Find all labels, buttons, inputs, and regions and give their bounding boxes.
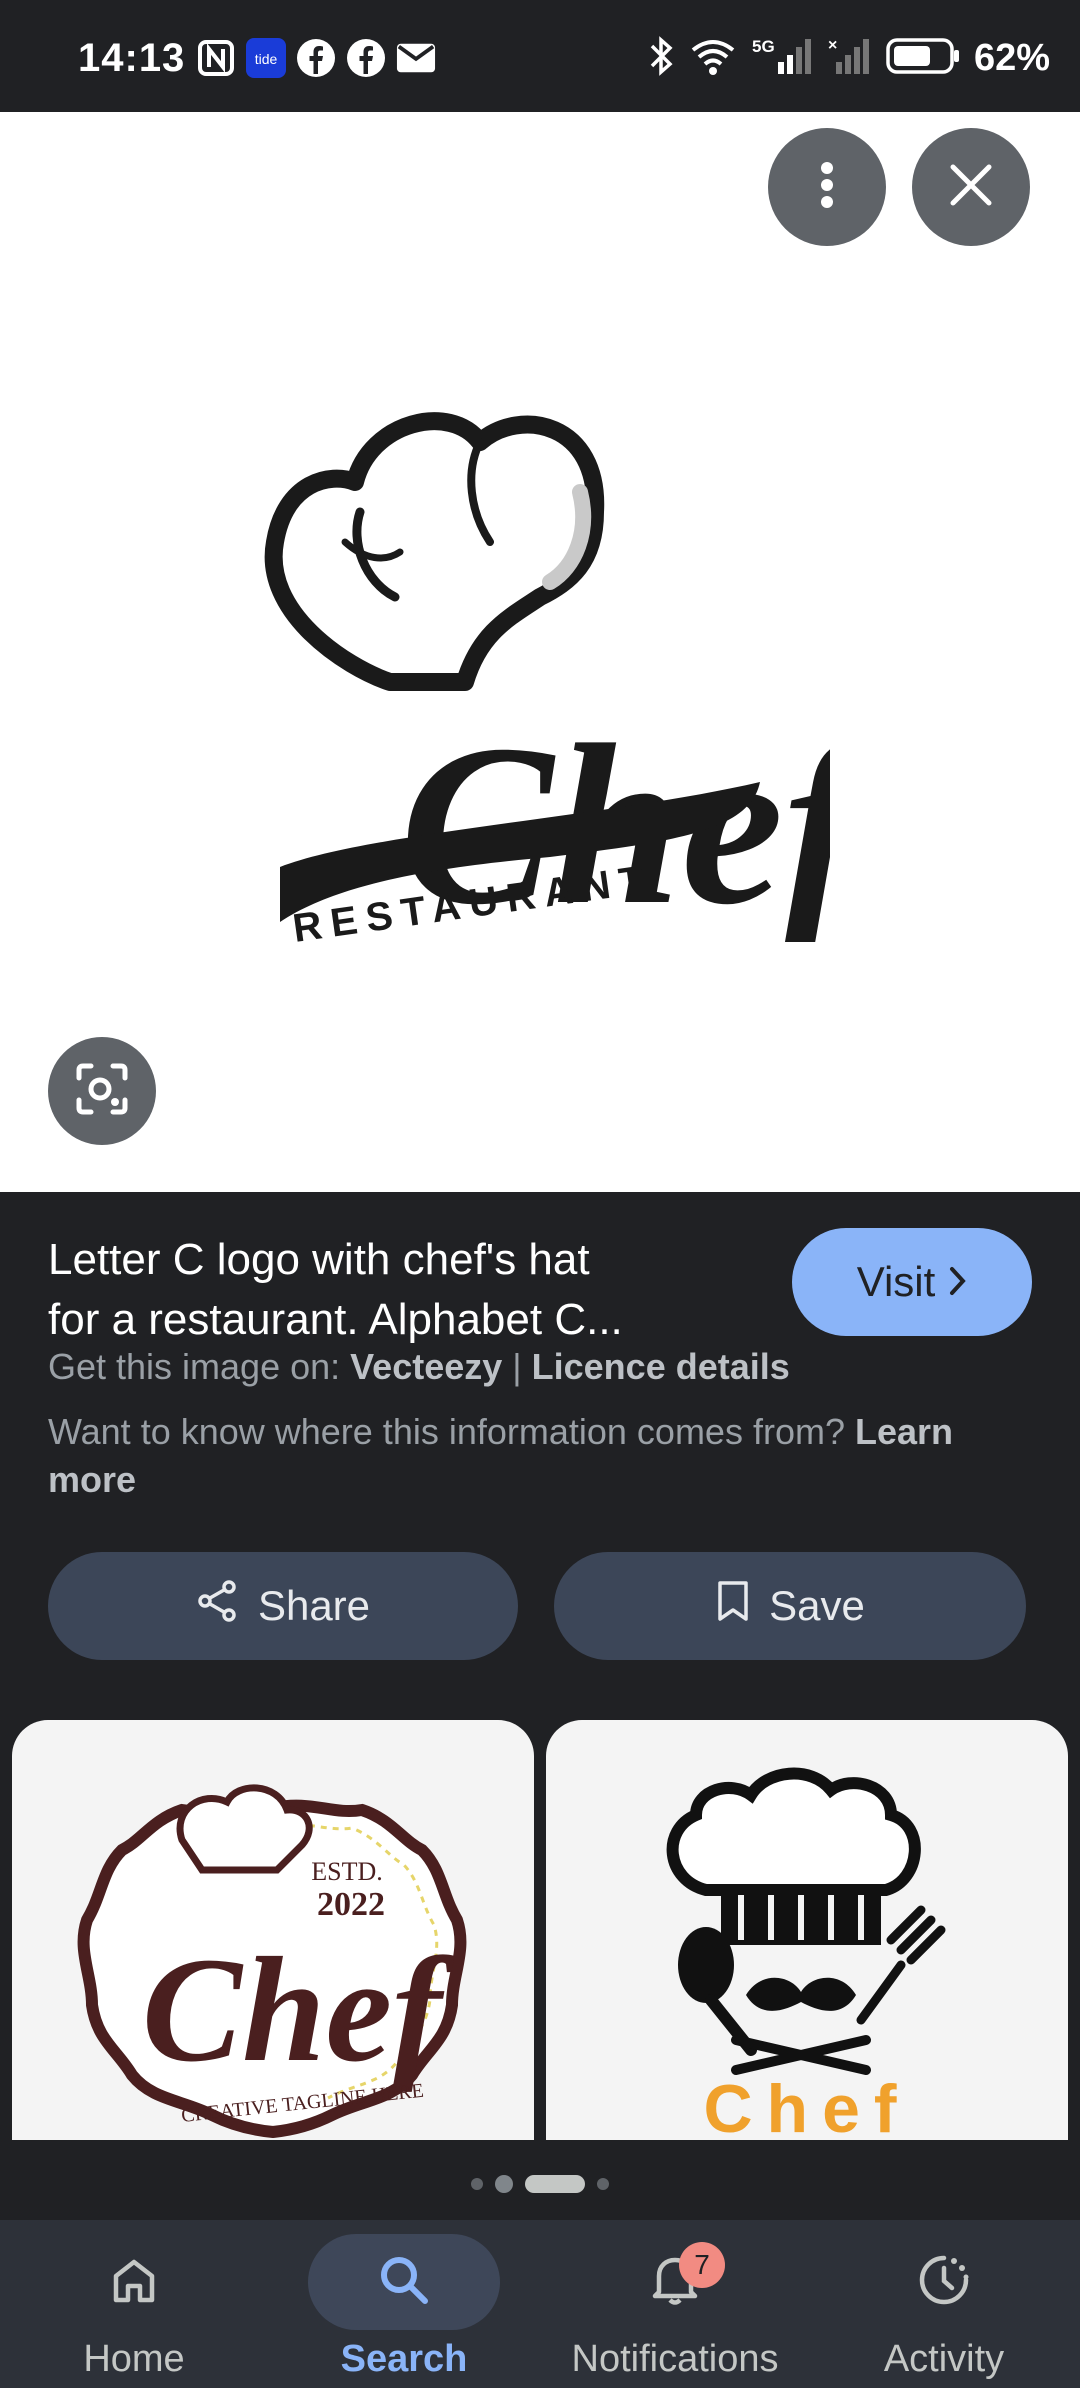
related-word-2: Chef	[703, 2071, 910, 2140]
save-label: Save	[769, 1582, 865, 1629]
cell-signal-2-icon: ×	[828, 36, 872, 81]
share-label: Share	[257, 1582, 371, 1629]
mail-icon	[396, 38, 436, 78]
related-logo-chef-hat-moustache: Chef	[666, 1767, 946, 2140]
bluetooth-icon	[648, 36, 676, 81]
nav-home[interactable]: Home	[38, 2220, 230, 2388]
network-type: 5G	[752, 37, 775, 56]
page-dot	[471, 2178, 483, 2190]
page-dot-active	[525, 2175, 585, 2193]
nav-activity-label: Activity	[883, 2338, 1005, 2380]
lens-search-button[interactable]	[48, 1037, 156, 1145]
nav-home-label: Home	[83, 2338, 185, 2380]
nav-notifications-label: Notifications	[571, 2338, 779, 2380]
share-icon	[196, 1579, 240, 1633]
share-button[interactable]: Share	[48, 1552, 518, 1660]
save-button[interactable]: Save	[554, 1552, 1026, 1660]
status-time: 14:13	[78, 36, 186, 80]
cell-signal-icon: 5G	[750, 36, 814, 81]
info-note-text: Want to know where this information come…	[48, 1411, 855, 1452]
visit-button[interactable]: Visit	[792, 1228, 1032, 1336]
page-indicator	[0, 2174, 1080, 2194]
page-dot	[597, 2178, 609, 2190]
related-estd-label: ESTD.	[311, 1857, 383, 1886]
facebook-icon	[296, 38, 336, 78]
image-info-panel: Letter C logo with chef's hat for a rest…	[0, 1192, 1080, 2222]
image-title-line2: for a restaurant. Alphabet C...	[48, 1295, 623, 1344]
battery-icon	[886, 37, 960, 80]
nav-search[interactable]: Search	[308, 2220, 500, 2388]
image-title-line1: Letter C logo with chef's hat	[48, 1235, 590, 1284]
close-button[interactable]	[912, 128, 1030, 246]
image-viewer[interactable]: Chef RESTAURANT	[0, 112, 1080, 1192]
nfc-icon	[196, 38, 236, 78]
related-image-card[interactable]: Chef	[546, 1720, 1068, 2140]
more-options-button[interactable]	[768, 128, 886, 246]
image-title[interactable]: Letter C logo with chef's hat for a rest…	[48, 1230, 748, 1350]
close-icon	[947, 161, 995, 214]
lens-icon	[73, 1060, 131, 1123]
tide-label: tide	[255, 51, 278, 67]
source-line: Get this image on: Vecteezy | Licence de…	[48, 1346, 790, 1388]
nav-notifications[interactable]: 7 Notifications	[559, 2220, 791, 2388]
home-icon	[108, 2254, 160, 2311]
tide-icon: tide	[246, 38, 286, 78]
facebook-icon	[346, 38, 386, 78]
battery-percent: 62%	[973, 37, 1050, 79]
chef-restaurant-logo: Chef RESTAURANT	[250, 382, 879, 952]
status-bar: 14:13 tide 5G × 62%	[0, 0, 1080, 112]
related-logo-estd-2022: ESTD. 2022 Chef CREATIVE TAGLINE HERE	[77, 1784, 467, 2139]
source-separator: |	[502, 1346, 532, 1387]
bottom-navigation: Home Search 7 Notifications Activity	[0, 2220, 1080, 2388]
wifi-icon	[690, 36, 736, 81]
svg-text:×: ×	[828, 37, 837, 54]
notification-icons: tide	[196, 38, 436, 78]
more-vert-icon	[817, 160, 837, 215]
nav-activity[interactable]: Activity	[848, 2220, 1040, 2388]
notifications-badge: 7	[679, 2242, 725, 2288]
page-dot	[495, 2175, 513, 2193]
nav-search-label: Search	[340, 2338, 468, 2380]
bookmark-icon	[715, 1579, 751, 1633]
system-icons: 5G × 62%	[648, 36, 1050, 81]
chevron-right-icon	[949, 1258, 967, 1306]
source-link[interactable]: Vecteezy	[350, 1346, 502, 1387]
search-icon	[377, 2253, 431, 2312]
activity-icon	[916, 2252, 972, 2313]
info-note: Want to know where this information come…	[48, 1408, 1038, 1504]
source-prefix: Get this image on:	[48, 1346, 351, 1387]
related-year-label: 2022	[317, 1886, 385, 1923]
visit-label: Visit	[856, 1258, 936, 1305]
licence-details-link[interactable]: Licence details	[532, 1346, 790, 1387]
related-word-1: Chef	[142, 1927, 455, 2093]
related-image-card[interactable]: ESTD. 2022 Chef CREATIVE TAGLINE HERE	[12, 1720, 534, 2140]
